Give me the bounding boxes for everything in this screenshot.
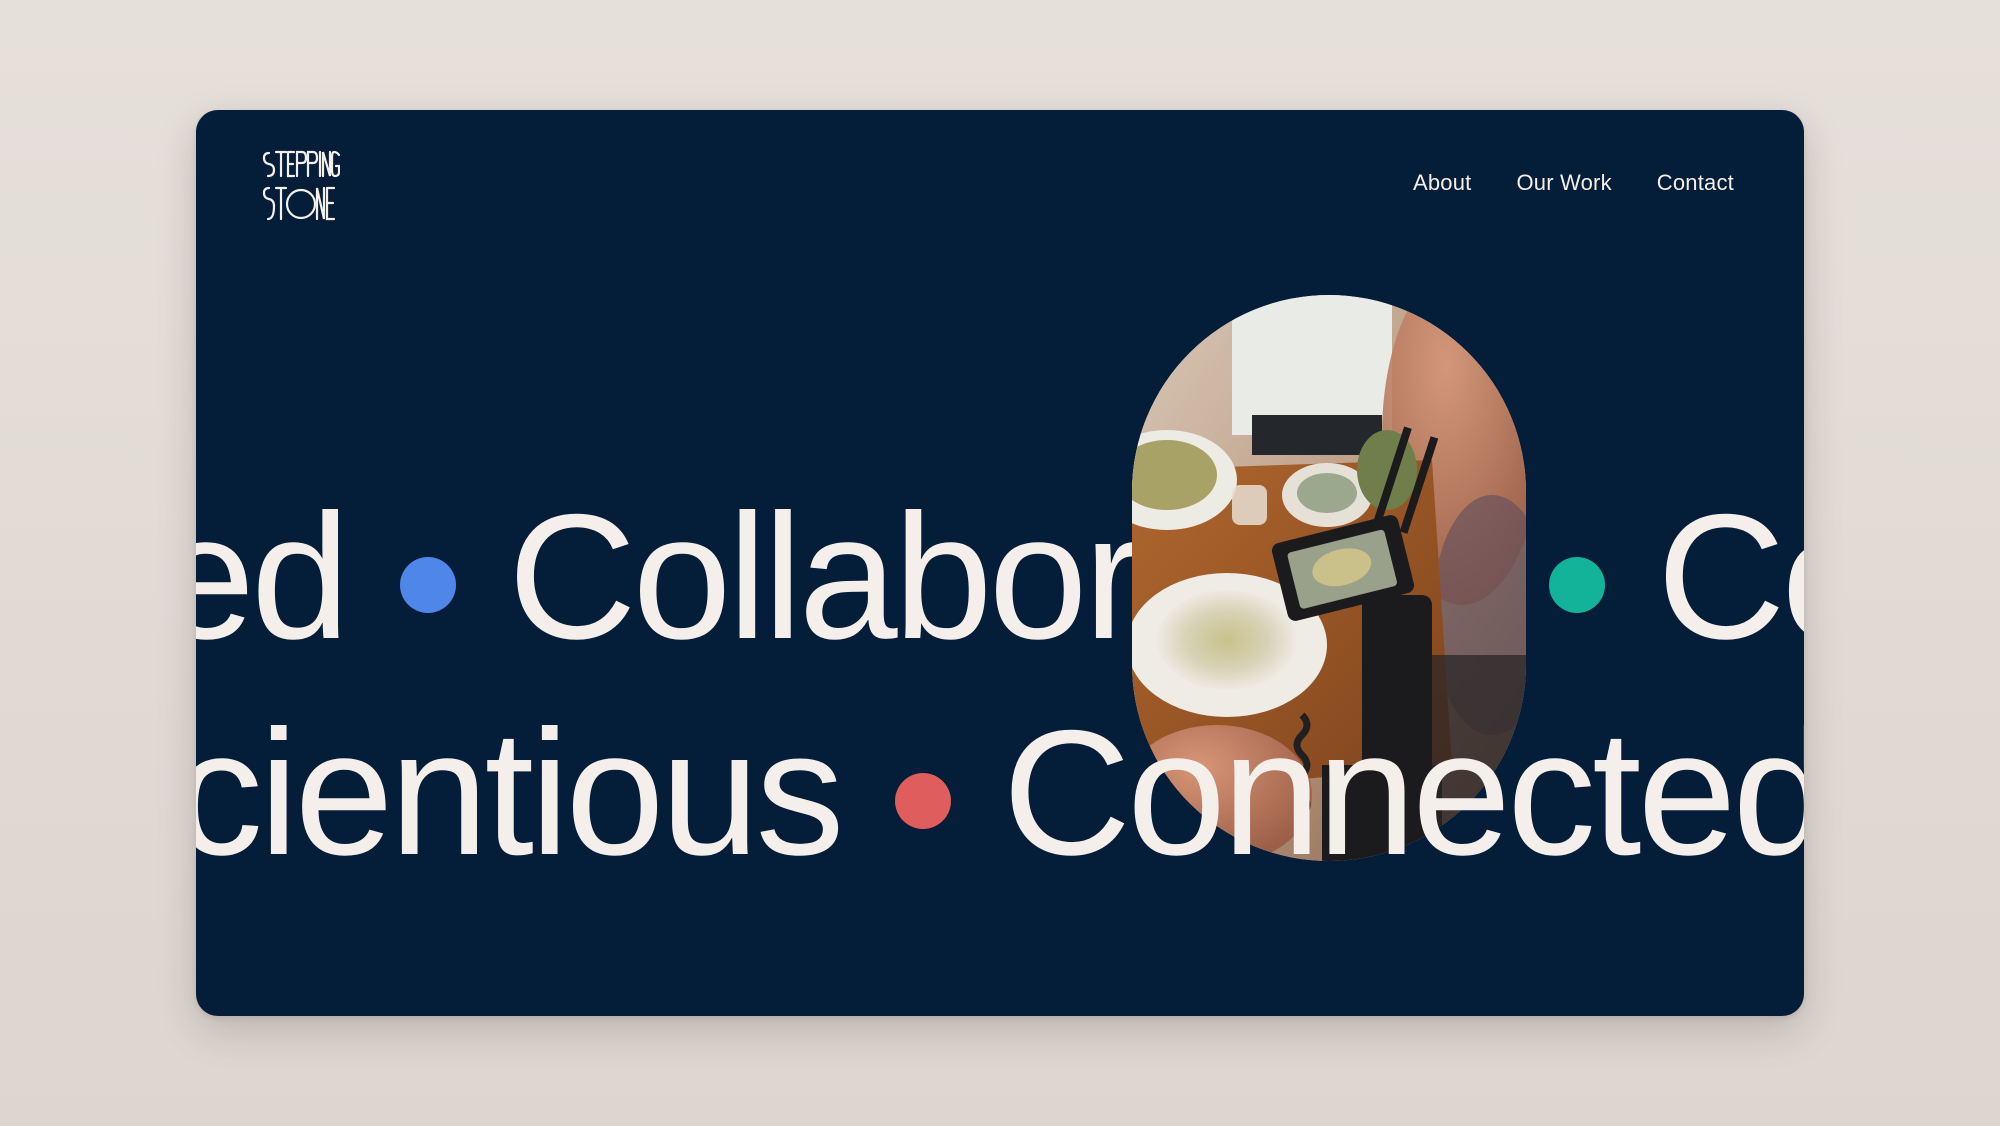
logo-icon xyxy=(262,150,341,221)
main-nav: About Our Work Contact xyxy=(1413,170,1734,196)
marquee-word: cientious xyxy=(196,693,845,892)
marquee-word: Co xyxy=(1656,477,1804,676)
marquee-word: ed xyxy=(196,477,350,676)
hero-marquee-row-1: ed Collaborative Co xyxy=(196,488,1804,666)
red-dot xyxy=(894,773,951,829)
blue-dot xyxy=(400,557,456,613)
marquee-word: Connected xyxy=(1002,693,1804,892)
website-card: About Our Work Contact ed Collaborative … xyxy=(196,110,1804,1016)
teal-dot xyxy=(1548,557,1605,613)
nav-our-work[interactable]: Our Work xyxy=(1516,170,1611,196)
hero-marquee-row-2: cientious Connected xyxy=(196,704,1804,882)
nav-contact[interactable]: Contact xyxy=(1657,170,1734,196)
nav-about[interactable]: About xyxy=(1413,170,1472,196)
stepping-stone-logo[interactable] xyxy=(262,146,341,224)
